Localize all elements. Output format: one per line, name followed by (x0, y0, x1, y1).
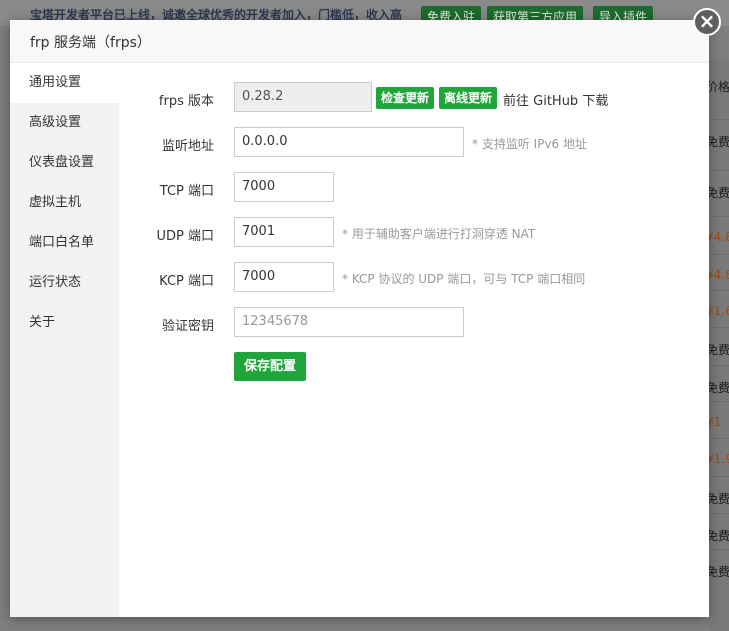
sidebar-item-dashboard[interactable]: 仪表盘设置 (10, 143, 119, 183)
background-price-cell: 免费 (706, 565, 729, 579)
background-price-cell: 免费 (706, 343, 729, 357)
sidebar-item-general[interactable]: 通用设置 (10, 63, 119, 103)
background-price-cell: ¥4.8 (706, 268, 729, 282)
background-price-cell: 免费 (706, 135, 729, 149)
auth-token-input[interactable]: 12345678 (234, 307, 464, 337)
version-field: 0.28.2 (234, 82, 372, 112)
background-price-cell: 免费 (706, 381, 729, 395)
udp-port-hint: * 用于辅助客户端进行打洞穿透 NAT (342, 227, 536, 241)
save-config-button[interactable]: 保存配置 (234, 352, 307, 381)
background-row-divider (709, 254, 729, 255)
background-row-divider (709, 216, 729, 217)
udp-port-input[interactable]: 7001 (234, 217, 334, 247)
background-row-divider (709, 438, 729, 439)
listen-address-input[interactable]: 0.0.0.0 (234, 127, 464, 157)
listen-address-hint: * 支持监听 IPv6 地址 (472, 137, 587, 151)
background-row-divider (709, 365, 729, 366)
dialog-header: frp 服务端（frps） (10, 20, 709, 63)
background-price-cell: ¥1.6 (706, 304, 729, 318)
background-price-cell: ¥4.8 (706, 230, 729, 244)
background-row-divider (709, 290, 729, 291)
offline-update-button[interactable]: 离线更新 (439, 87, 498, 109)
listen-address-label: 监听地址 (161, 139, 214, 154)
background-row-divider (709, 170, 729, 171)
background-row-divider (709, 549, 729, 550)
version-label: frps 版本 (158, 94, 214, 109)
background-row-divider (709, 476, 729, 477)
sidebar-item-status[interactable]: 运行状态 (10, 263, 119, 303)
background-price-cell: ¥1 (706, 415, 722, 429)
auth-token-label: 验证密钥 (161, 319, 214, 334)
kcp-port-label: KCP 端口 (159, 274, 214, 289)
sidebar-item-advanced[interactable]: 高级设置 (10, 103, 119, 143)
background-row-divider (709, 401, 729, 402)
udp-port-label: UDP 端口 (156, 229, 215, 244)
sidebar-item-port-whitelist[interactable]: 端口白名单 (10, 223, 119, 263)
tcp-port-input[interactable]: 7000 (234, 172, 334, 202)
frps-settings-dialog: frp 服务端（frps） × 通用设置 高级设置 仪表盘设置 虚拟主机 端口白… (10, 8, 721, 617)
kcp-port-hint: * KCP 协议的 UDP 端口，可与 TCP 端口相同 (342, 272, 586, 286)
github-download-link[interactable]: 前往 GitHub 下载 (503, 90, 608, 109)
sidebar-item-about[interactable]: 关于 (10, 303, 119, 343)
background-row-divider (709, 513, 729, 514)
background-price-cell: 免费 (706, 186, 729, 200)
close-button[interactable]: × (693, 8, 721, 36)
sidebar-item-vhost[interactable]: 虚拟主机 (10, 183, 119, 223)
background-price-cell: ¥1.9 (706, 452, 729, 466)
settings-sidebar: 通用设置 高级设置 仪表盘设置 虚拟主机 端口白名单 运行状态 关于 (10, 63, 119, 617)
background-row-divider (709, 327, 729, 328)
check-update-button[interactable]: 检查更新 (376, 87, 435, 109)
background-column-header: 价格 (706, 80, 729, 94)
background-row-divider (709, 119, 729, 120)
background-price-cell: 免费 (706, 492, 729, 506)
background-price-cell: 免费 (706, 529, 729, 543)
tcp-port-label: TCP 端口 (159, 184, 214, 199)
dialog-title: frp 服务端（frps） (30, 35, 151, 51)
kcp-port-input[interactable]: 7000 (234, 262, 334, 292)
